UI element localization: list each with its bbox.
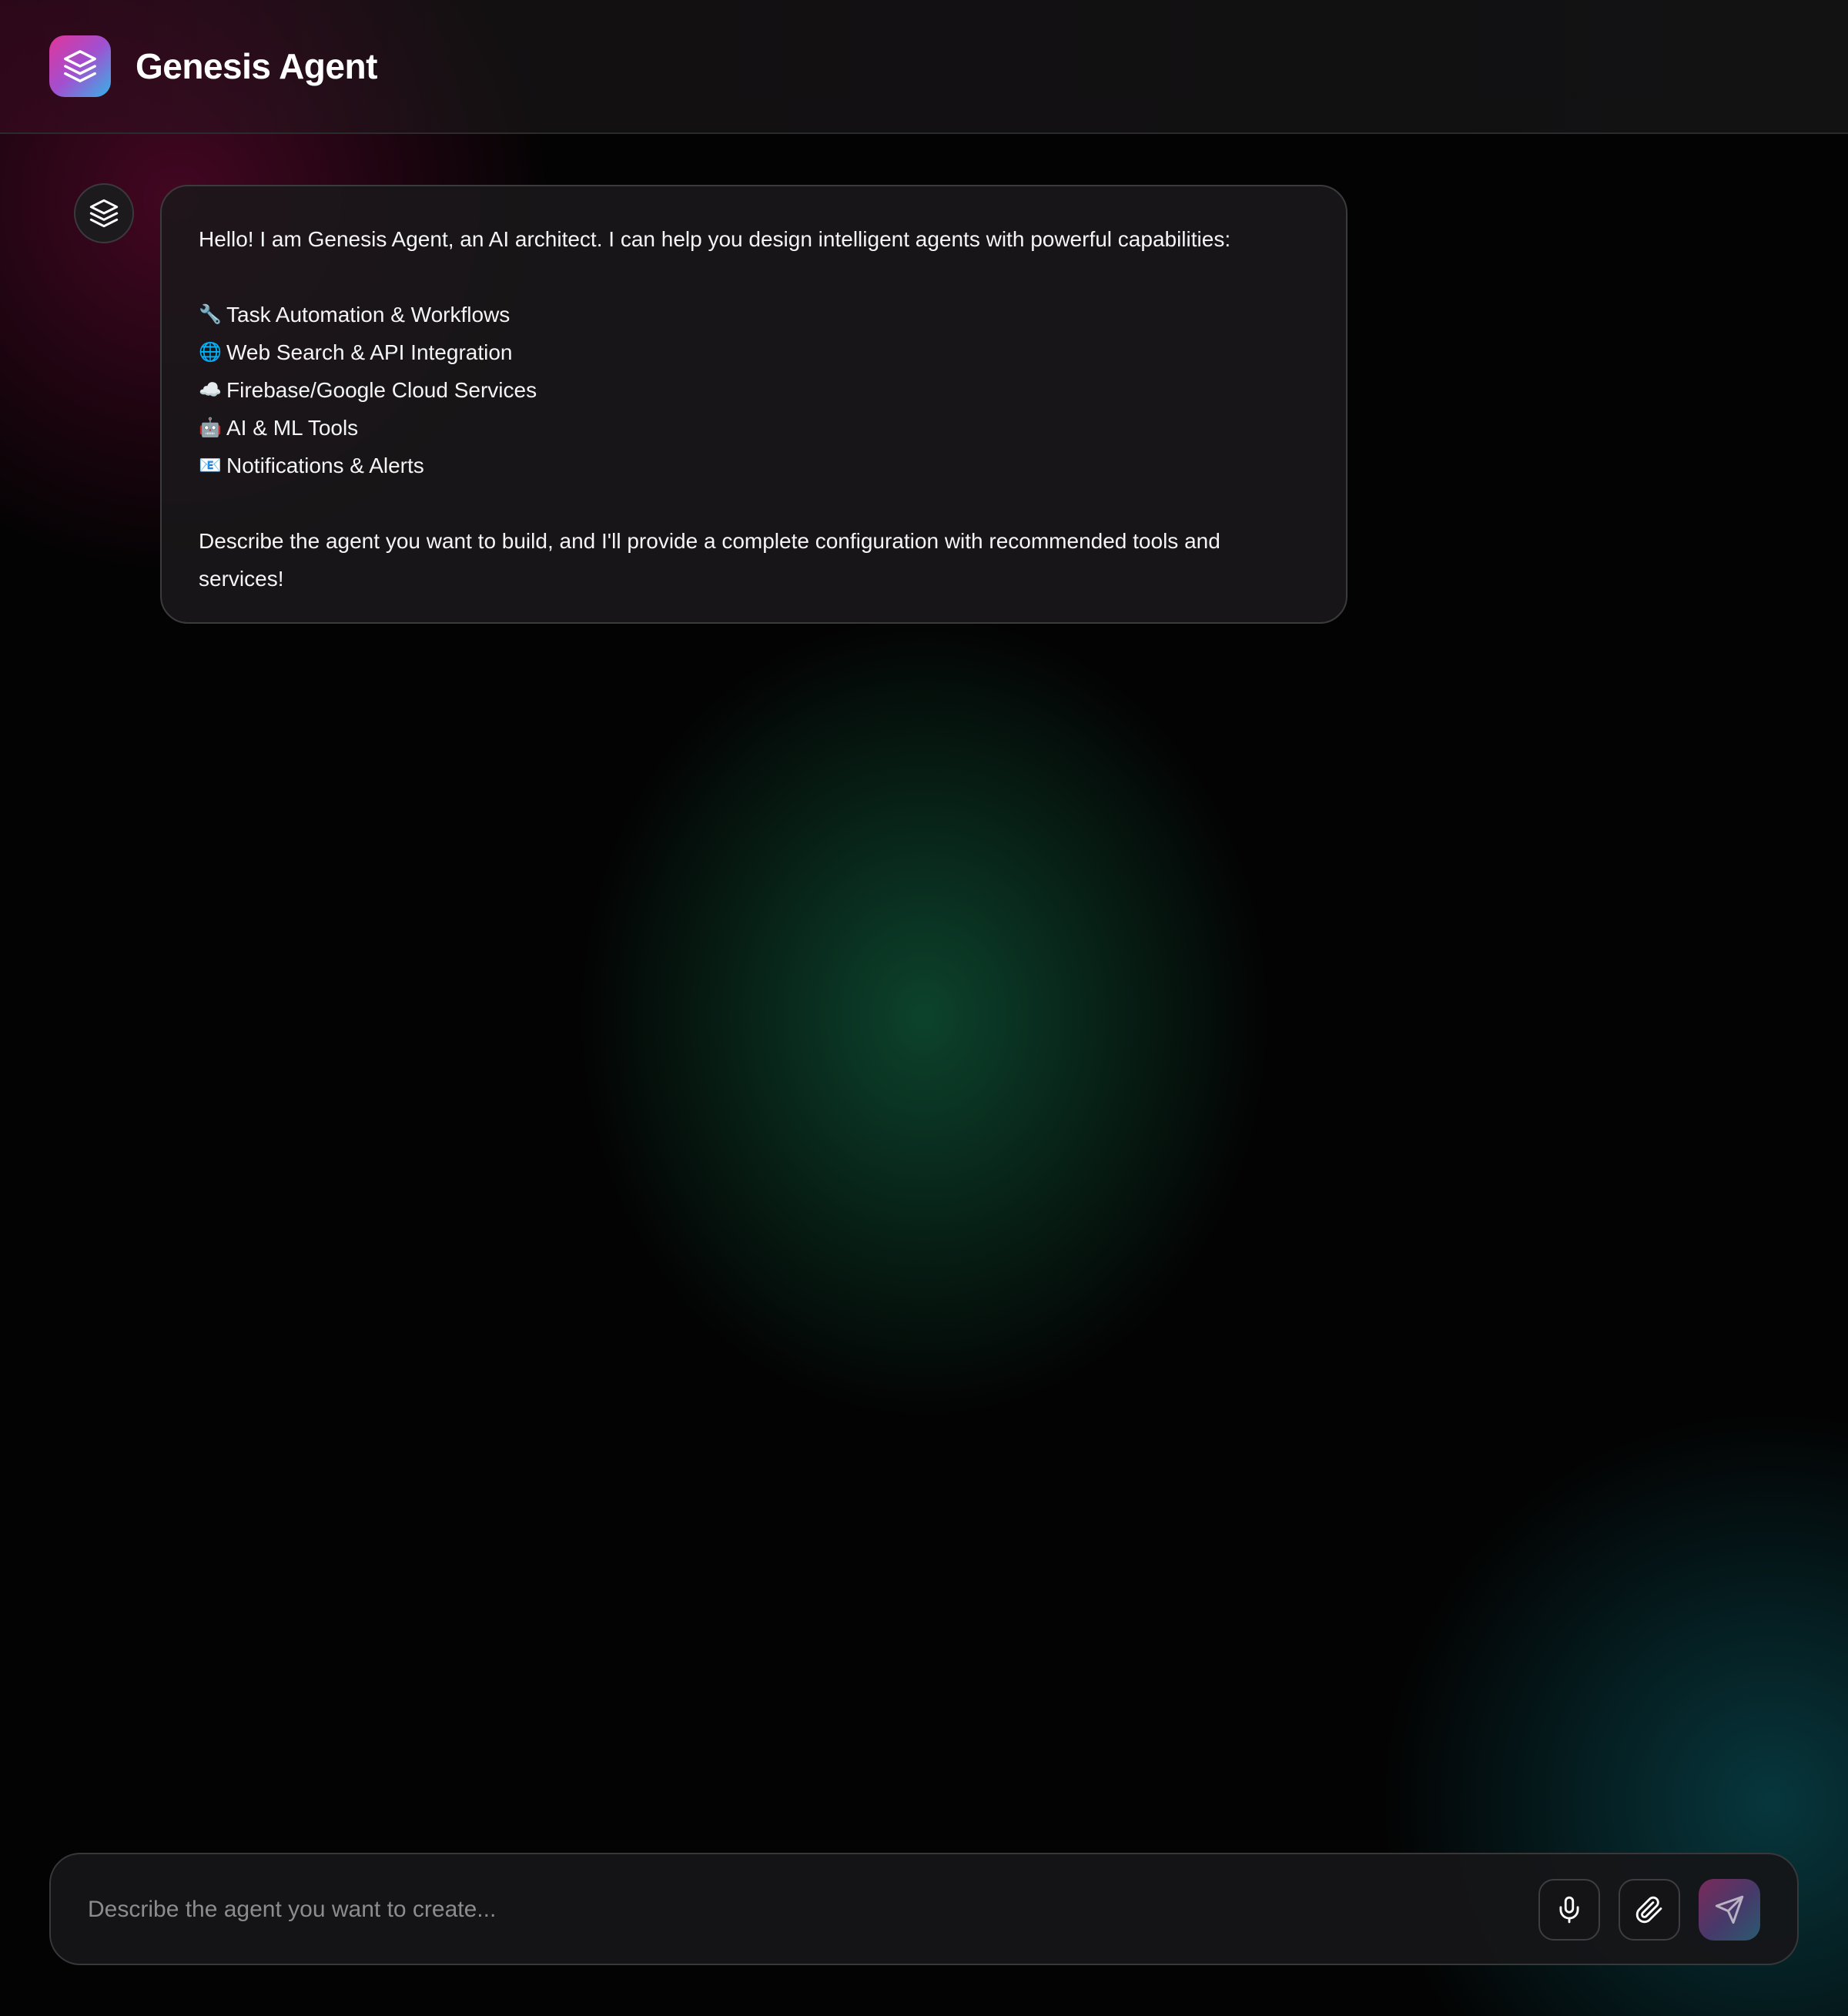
layers-icon: [89, 199, 119, 228]
capability-label: Firebase/Google Cloud Services: [226, 378, 537, 402]
globe-icon: 🌐: [199, 341, 222, 363]
prompt-input[interactable]: [88, 1884, 1535, 1936]
capability-item: 🤖 AI & ML Tools: [199, 409, 1309, 447]
capability-item: ☁️ Firebase/Google Cloud Services: [199, 371, 1309, 409]
app-header: Genesis Agent: [0, 0, 1848, 134]
email-icon: 📧: [199, 454, 222, 476]
capability-item: 🔧 Task Automation & Workflows: [199, 296, 1309, 333]
bot-avatar: [74, 183, 134, 243]
capability-label: AI & ML Tools: [226, 416, 359, 440]
capability-label: Notifications & Alerts: [226, 454, 424, 477]
capability-label: Web Search & API Integration: [226, 340, 513, 364]
app-logo: [49, 35, 111, 97]
capability-item: 📧 Notifications & Alerts: [199, 447, 1309, 484]
message-closing: Describe the agent you want to build, an…: [199, 529, 1220, 591]
message-composer: [49, 1853, 1799, 1965]
attach-button[interactable]: [1619, 1879, 1680, 1941]
microphone-icon: [1559, 1896, 1579, 1924]
paperclip-icon: [1635, 1896, 1662, 1924]
cloud-icon: ☁️: [199, 379, 222, 400]
assistant-message: Hello! I am Genesis Agent, an AI archite…: [160, 185, 1348, 624]
capability-item: 🌐 Web Search & API Integration: [199, 333, 1309, 371]
message-greeting: Hello! I am Genesis Agent, an AI archite…: [199, 227, 1231, 251]
send-button[interactable]: [1699, 1879, 1760, 1941]
app-title: Genesis Agent: [136, 46, 377, 86]
send-icon: [1715, 1895, 1744, 1924]
mic-button[interactable]: [1538, 1879, 1600, 1941]
robot-icon: 🤖: [199, 417, 222, 438]
capability-label: Task Automation & Workflows: [226, 303, 511, 327]
wrench-icon: 🔧: [199, 303, 222, 325]
layers-icon: [64, 50, 96, 82]
